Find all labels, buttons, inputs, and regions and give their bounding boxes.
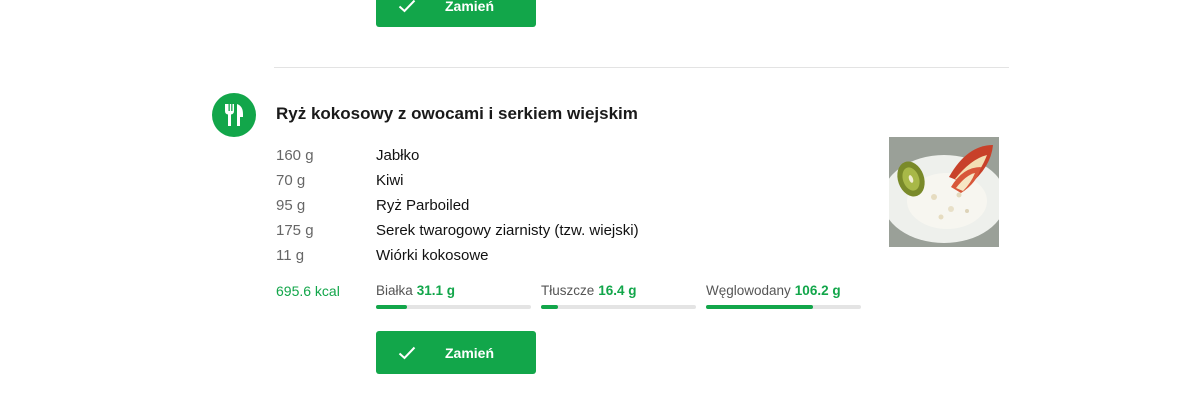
swap-button-label: Zamień [445,0,495,14]
fork-knife-icon [212,93,256,137]
macro-value: 31.1 g [416,283,456,298]
macro-progress-track [376,305,531,309]
ingredient-amount: 70 g [276,172,306,189]
macro-name: Tłuszcze [541,283,595,298]
check-icon [398,0,416,12]
macro-value: 106.2 g [794,283,841,298]
swap-button[interactable]: Zamień [376,331,536,374]
meal-title: Ryż kokosowy z owocami i serkiem wiejski… [276,104,638,123]
ingredient-name: Serek twarogowy ziarnisty (tzw. wiejski) [376,222,639,239]
macro-progress-fill [541,305,559,309]
macro-progress-fill [376,305,407,309]
ingredient-amount: 160 g [276,147,314,164]
ingredient-amount: 95 g [276,197,306,214]
ingredient-amount: 11 g [276,247,305,264]
macro-progress-track [706,305,861,309]
macro-fat: Tłuszcze 16.4 g [541,283,696,309]
check-icon [398,346,416,359]
swap-button-label: Zamień [445,344,495,361]
macro-progress-fill [706,305,813,309]
ingredient-name: Jabłko [376,147,420,164]
ingredient-amount: 175 g [276,222,314,239]
macro-protein: Białka 31.1 g [376,283,531,309]
macro-name: Węglowodany [706,283,791,298]
meal-kcal: 695.6 kcal [276,283,340,299]
section-divider [274,67,1009,68]
macro-carbs: Węglowodany 106.2 g [706,283,861,309]
meal-photo[interactable] [889,137,999,247]
ingredient-name: Ryż Parboiled [376,197,470,214]
ingredient-name: Wiórki kokosowe [376,247,489,264]
macro-value: 16.4 g [598,283,637,298]
swap-button-previous[interactable]: Zamień [376,0,536,27]
macro-progress-track [541,305,696,309]
ingredient-name: Kiwi [376,172,404,189]
macro-name: Białka [376,283,413,298]
